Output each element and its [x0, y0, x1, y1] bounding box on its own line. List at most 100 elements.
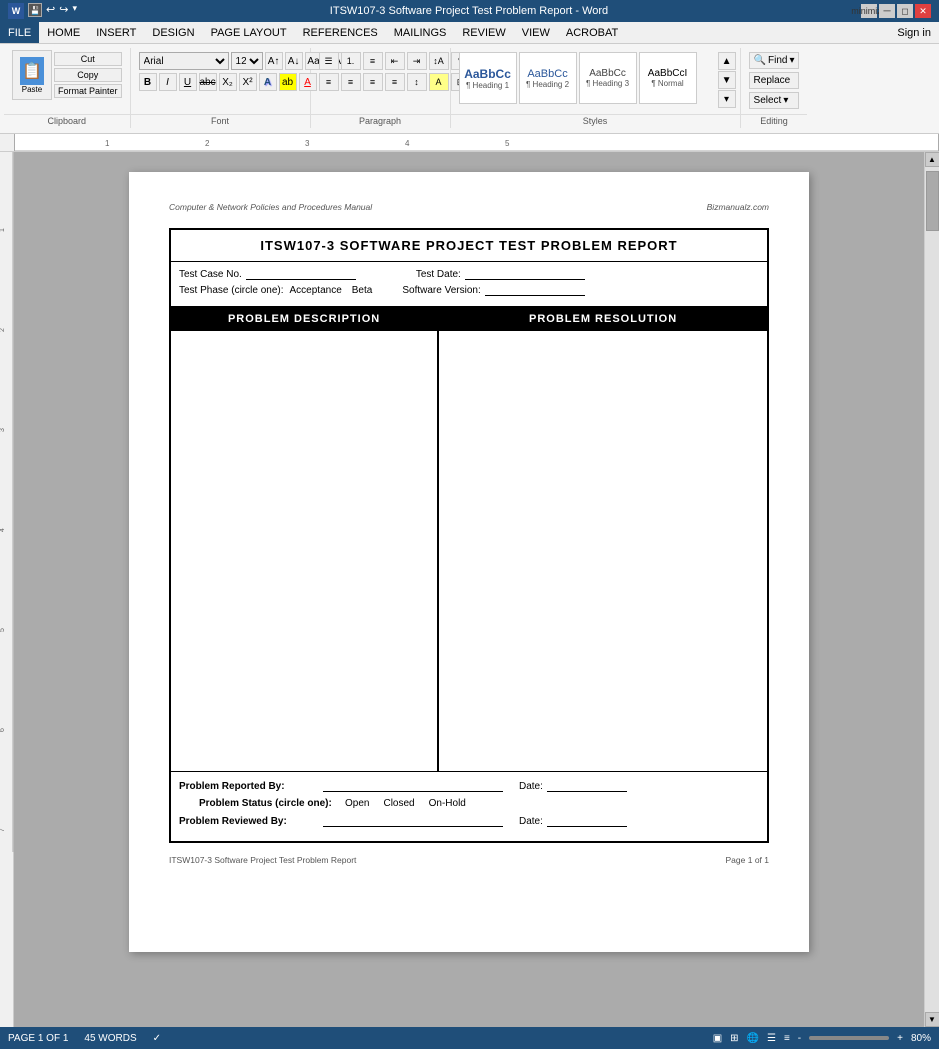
reviewed-by-label: Problem Reviewed By: [179, 816, 319, 827]
copy-button[interactable]: Copy [54, 68, 122, 82]
shading-button[interactable]: A [429, 73, 449, 91]
paste-button[interactable]: 📋 Paste [12, 50, 52, 100]
problem-resolution-col: PROBLEM RESOLUTION [439, 307, 767, 771]
header-right: Bizmanualz.com [707, 202, 769, 212]
scroll-down-button[interactable]: ▼ [925, 1012, 939, 1027]
menu-item-file[interactable]: FILE [0, 22, 39, 43]
scrollbar: ▲ ▼ [924, 152, 939, 1027]
status-bar-right: ▣ ⊞ 🌐 ☰ ≡ - + 80% [713, 1033, 931, 1044]
styles-scroll-up[interactable]: ▲ [718, 52, 736, 70]
test-phase-label: Test Phase (circle one): [179, 285, 284, 296]
view-full-screen[interactable]: ⊞ [730, 1033, 738, 1044]
numbering-button[interactable]: 1. [341, 52, 361, 70]
style-heading3[interactable]: AaBbCc ¶ Heading 3 [579, 52, 637, 104]
menu-item-view[interactable]: VIEW [514, 22, 558, 43]
zoom-level[interactable]: 80% [911, 1033, 931, 1044]
view-draft[interactable]: ≡ [784, 1033, 790, 1044]
styles-more[interactable]: ▾ [718, 90, 736, 108]
close-button[interactable]: ✕ [915, 4, 931, 18]
problem-description-body[interactable] [171, 331, 437, 771]
problem-resolution-body[interactable] [439, 331, 767, 771]
font-name-select[interactable]: Arial [139, 52, 229, 70]
zoom-slider[interactable] [809, 1036, 889, 1040]
style-normal[interactable]: AaBbCcI ¶ Normal [639, 52, 697, 104]
style-heading1[interactable]: AaBbCc ¶ Heading 1 [459, 52, 517, 104]
sign-in[interactable]: Sign in [889, 25, 939, 41]
menu-item-acrobat[interactable]: ACROBAT [558, 22, 626, 43]
shrink-font-button[interactable]: A↓ [285, 52, 303, 70]
find-button[interactable]: 🔍 Find ▾ [749, 52, 800, 69]
styles-scroll-down[interactable]: ▼ [718, 71, 736, 89]
menu-item-insert[interactable]: INSERT [88, 22, 144, 43]
format-painter-button[interactable]: Format Painter [54, 84, 122, 98]
software-version-value [485, 284, 585, 296]
cut-button[interactable]: Cut [54, 52, 122, 66]
superscript-button[interactable]: X² [239, 73, 257, 91]
reported-date-label: Date: [519, 781, 543, 792]
document-title: ITSW107-3 Software Project Test Problem … [77, 5, 861, 17]
reviewed-date-label: Date: [519, 816, 543, 827]
reviewed-date-value [547, 815, 627, 827]
style-heading2[interactable]: AaBbCc ¶ Heading 2 [519, 52, 577, 104]
strikethrough-button[interactable]: abc [199, 73, 217, 91]
line-spacing-button[interactable]: ↕ [407, 73, 427, 91]
form-fields: Test Case No. Test Date: Test Phase (cir… [171, 262, 767, 307]
menu-item-design[interactable]: DESIGN [144, 22, 202, 43]
quick-access-redo[interactable]: ↪ [59, 3, 68, 19]
status-label: Problem Status (circle one): [199, 798, 339, 809]
quick-access-save[interactable]: 💾 [28, 3, 42, 17]
align-right-button[interactable]: ≡ [363, 73, 383, 91]
align-left-button[interactable]: ≡ [319, 73, 339, 91]
status-on-hold: On-Hold [429, 798, 466, 809]
text-effects-button[interactable]: A [259, 73, 277, 91]
horizontal-ruler: 1 2 3 4 5 [14, 134, 939, 151]
justify-button[interactable]: ≡ [385, 73, 405, 91]
replace-button[interactable]: Replace [749, 72, 800, 89]
sort-button[interactable]: ↕A [429, 52, 449, 70]
multilevel-button[interactable]: ≡ [363, 52, 383, 70]
view-print-layout[interactable]: ▣ [713, 1033, 722, 1044]
highlight-button[interactable]: ab [279, 73, 297, 91]
scroll-up-button[interactable]: ▲ [925, 152, 939, 167]
bold-button[interactable]: B [139, 73, 157, 91]
underline-button[interactable]: U [179, 73, 197, 91]
increase-indent-button[interactable]: ⇥ [407, 52, 427, 70]
help-button[interactable]: minimize [861, 4, 877, 18]
zoom-in-button[interactable]: + [897, 1033, 903, 1044]
select-button[interactable]: Select ▾ [749, 92, 800, 109]
bullets-button[interactable]: ☰ [319, 52, 339, 70]
clipboard-label: Clipboard [4, 114, 130, 126]
minimize-button[interactable]: ─ [879, 4, 895, 18]
view-web-layout[interactable]: 🌐 [747, 1033, 759, 1044]
quick-access-undo[interactable]: ↩ [46, 3, 55, 19]
problem-resolution-header: PROBLEM RESOLUTION [439, 307, 767, 331]
scroll-thumb[interactable] [926, 171, 939, 231]
decrease-indent-button[interactable]: ⇤ [385, 52, 405, 70]
font-group: Arial 12 A↑ A↓ Aa ✕A B I U abc X₂ X² A a… [131, 48, 311, 128]
menu-item-mailings[interactable]: MAILINGS [386, 22, 455, 43]
menu-item-references[interactable]: REFERENCES [295, 22, 386, 43]
problem-description-header: PROBLEM DESCRIPTION [171, 307, 437, 331]
svg-text:1: 1 [105, 139, 110, 148]
restore-button[interactable]: ◻ [897, 4, 913, 18]
test-date-value [465, 268, 585, 280]
test-date-label: Test Date: [416, 269, 461, 280]
menu-item-home[interactable]: HOME [39, 22, 88, 43]
problem-description-col: PROBLEM DESCRIPTION [171, 307, 439, 771]
editing-label: Editing [741, 114, 808, 126]
menu-item-page-layout[interactable]: PAGE LAYOUT [203, 22, 295, 43]
grow-font-button[interactable]: A↑ [265, 52, 283, 70]
italic-button[interactable]: I [159, 73, 177, 91]
zoom-out-button[interactable]: - [798, 1033, 801, 1044]
main-area: 1 2 3 4 5 6 7 Computer & Network Policie… [0, 152, 939, 1027]
ribbon: 📋 Paste Cut Copy Format Painter Clipboar… [0, 44, 939, 134]
acceptance-option: Acceptance [290, 285, 342, 296]
paste-icon: 📋 [20, 57, 44, 85]
align-center-button[interactable]: ≡ [341, 73, 361, 91]
status-bar: PAGE 1 OF 1 45 WORDS ✓ ▣ ⊞ 🌐 ☰ ≡ - + 80% [0, 1027, 939, 1049]
view-outline[interactable]: ☰ [767, 1033, 776, 1044]
document-area[interactable]: Computer & Network Policies and Procedur… [14, 152, 924, 1027]
font-size-select[interactable]: 12 [231, 52, 263, 70]
menu-item-review[interactable]: REVIEW [454, 22, 513, 43]
subscript-button[interactable]: X₂ [219, 73, 237, 91]
